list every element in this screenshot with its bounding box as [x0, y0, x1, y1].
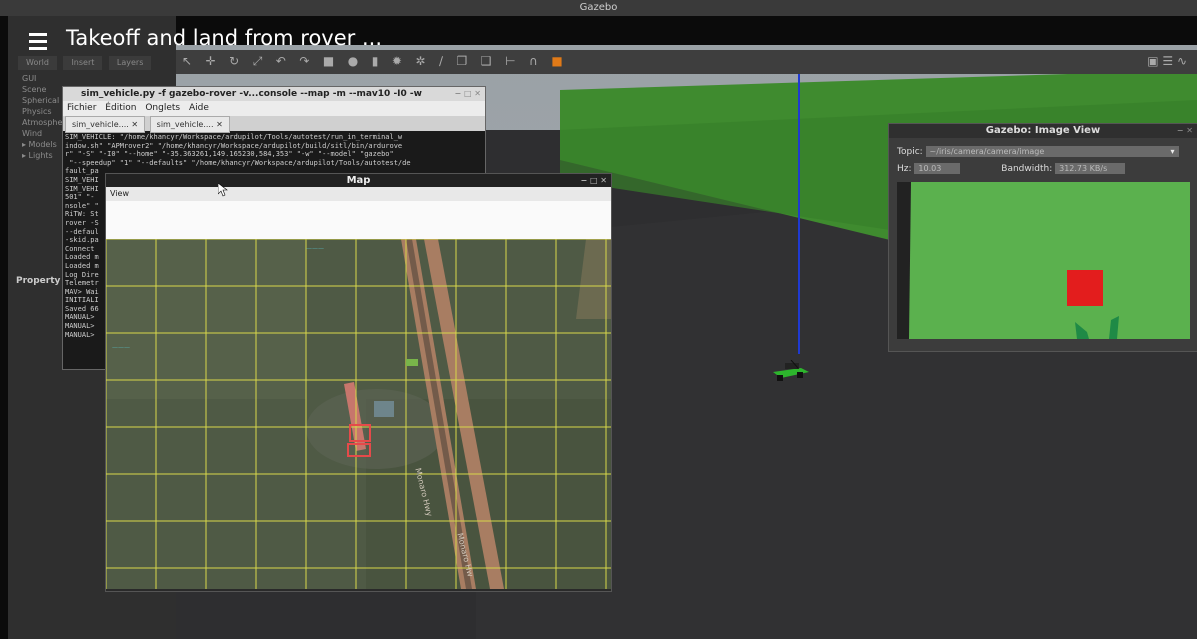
tab-layers[interactable]: Layers: [108, 56, 152, 70]
scale-tool-icon[interactable]: ⤢: [253, 54, 263, 69]
map-text-marker-1: ———: [306, 245, 324, 252]
waypoint-marker: [406, 359, 418, 366]
snap-icon[interactable]: ∩: [529, 54, 538, 68]
hz-label: Hz:: [897, 164, 912, 174]
hz-value: 10.03: [914, 163, 961, 174]
map-status-area: [106, 201, 611, 239]
red-target: [1067, 270, 1103, 306]
map-canvas[interactable]: ——— ——— Monaro Hwy Monaro Hw: [106, 239, 611, 589]
terminal-tab-2[interactable]: sim_vehicle.... ✕: [149, 116, 230, 133]
image-view-title: Gazebo: Image View: [985, 125, 1101, 136]
topic-value: ~/iris/camera/camera/image: [929, 147, 1045, 156]
sphere-shape-icon[interactable]: ●: [348, 54, 358, 68]
mouse-cursor-icon: [218, 183, 228, 197]
map-title-bar[interactable]: Map − □ ✕: [106, 174, 611, 187]
os-title-bar: Gazebo: [0, 0, 1197, 16]
stats-row: Hz: 10.03 Bandwidth: 312.73 KB/s: [889, 161, 1197, 178]
align-icon[interactable]: ⊢: [505, 54, 515, 68]
os-title: Gazebo: [579, 2, 618, 13]
menu-onglets[interactable]: Onglets: [145, 103, 180, 113]
video-menu-icon[interactable]: [29, 33, 51, 50]
terminal-tabs: sim_vehicle.... ✕ sim_vehicle.... ✕: [63, 116, 485, 133]
menu-fichier[interactable]: Fichier: [67, 103, 96, 113]
topic-select[interactable]: ~/iris/camera/camera/image ▾: [925, 146, 1179, 157]
map-text-marker-2: ———: [112, 344, 130, 351]
chevron-down-icon: ▾: [1170, 147, 1175, 156]
bandwidth-label: Bandwidth:: [1001, 164, 1053, 174]
undo-icon[interactable]: ↶: [276, 54, 286, 68]
terminal-tab-1[interactable]: sim_vehicle.... ✕: [65, 116, 146, 133]
spot-light-icon[interactable]: ✲: [415, 54, 425, 68]
close-icon[interactable]: ✕: [216, 120, 223, 129]
video-title: Takeoff and land from rover ...: [66, 26, 382, 50]
terminal-tab-2-label: sim_vehicle....: [156, 120, 214, 129]
camera-image: [897, 182, 1190, 339]
copy-icon[interactable]: ❐: [457, 54, 468, 68]
topic-label: Topic:: [897, 147, 923, 157]
tab-world[interactable]: World: [18, 56, 57, 70]
gazebo-toolbar: ↖ ✛ ↻ ⤢ ↶ ↷ ■ ● ▮ ✹ ✲ ∕ ❐ ❑ ⊢ ∩ ■ ▣ ☰ ∿: [176, 50, 1197, 74]
terminal-line: "--speedup" "1" "--defaults" "/home/khan…: [65, 158, 411, 167]
window-controls-icon[interactable]: − □ ✕: [454, 87, 481, 101]
window-controls-icon[interactable]: − ✕: [1177, 124, 1193, 138]
paste-icon[interactable]: ❑: [481, 54, 492, 68]
map-title: Map: [346, 175, 371, 186]
terminal-line: indow.sh" "APMrover2" "/home/khancyr/Wor…: [65, 141, 403, 150]
topic-row: Topic: ~/iris/camera/camera/image ▾: [889, 144, 1197, 161]
translate-tool-icon[interactable]: ✛: [206, 54, 216, 68]
point-light-icon[interactable]: ✹: [392, 54, 402, 68]
image-view-title-bar[interactable]: Gazebo: Image View − ✕: [889, 124, 1197, 138]
screenshot-icon[interactable]: ▣ ☰ ∿: [1147, 54, 1187, 68]
select-tool-icon[interactable]: ↖: [182, 54, 192, 68]
terminal-title-bar[interactable]: sim_vehicle.py -f gazebo-rover -v...cons…: [63, 87, 485, 101]
box-shape-icon[interactable]: ■: [323, 54, 334, 68]
menu-view[interactable]: View: [110, 189, 129, 198]
satellite-map: ——— ———: [106, 239, 611, 589]
tab-insert[interactable]: Insert: [63, 56, 103, 70]
map-menubar: View: [106, 187, 611, 201]
bandwidth-value: 312.73 KB/s: [1055, 163, 1126, 174]
menu-aide[interactable]: Aide: [189, 103, 209, 113]
property-label: Property: [16, 276, 61, 286]
menu-edition[interactable]: Édition: [105, 103, 136, 113]
terminal-line: SIM_VEHICLE: "/home/khancyr/Workspace/ar…: [65, 133, 403, 141]
terminal-tab-1-label: sim_vehicle....: [72, 120, 129, 129]
terminal-title: sim_vehicle.py -f gazebo-rover -v...cons…: [81, 89, 422, 99]
rover-model[interactable]: [771, 360, 811, 382]
drone-tether-line: [798, 74, 800, 354]
terminal-line: r" "-S" "-I0" "--home" "-35.363261,149.1…: [65, 150, 394, 159]
world-item-gui[interactable]: GUI: [22, 73, 82, 84]
window-controls-icon[interactable]: − □ ✕: [580, 174, 607, 187]
terminal-menubar: Fichier Édition Onglets Aide: [63, 101, 485, 116]
rotate-tool-icon[interactable]: ↻: [229, 54, 239, 68]
left-panel-tabs: World Insert Layers: [18, 55, 154, 70]
change-view-icon[interactable]: ■: [551, 54, 562, 68]
cylinder-shape-icon[interactable]: ▮: [372, 54, 379, 68]
map-window[interactable]: Map − □ ✕ View ——— ——— Monaro Hwy Monaro…: [105, 173, 612, 592]
close-icon[interactable]: ✕: [131, 120, 138, 129]
redo-icon[interactable]: ↷: [299, 54, 309, 68]
directional-light-icon[interactable]: ∕: [439, 54, 443, 68]
